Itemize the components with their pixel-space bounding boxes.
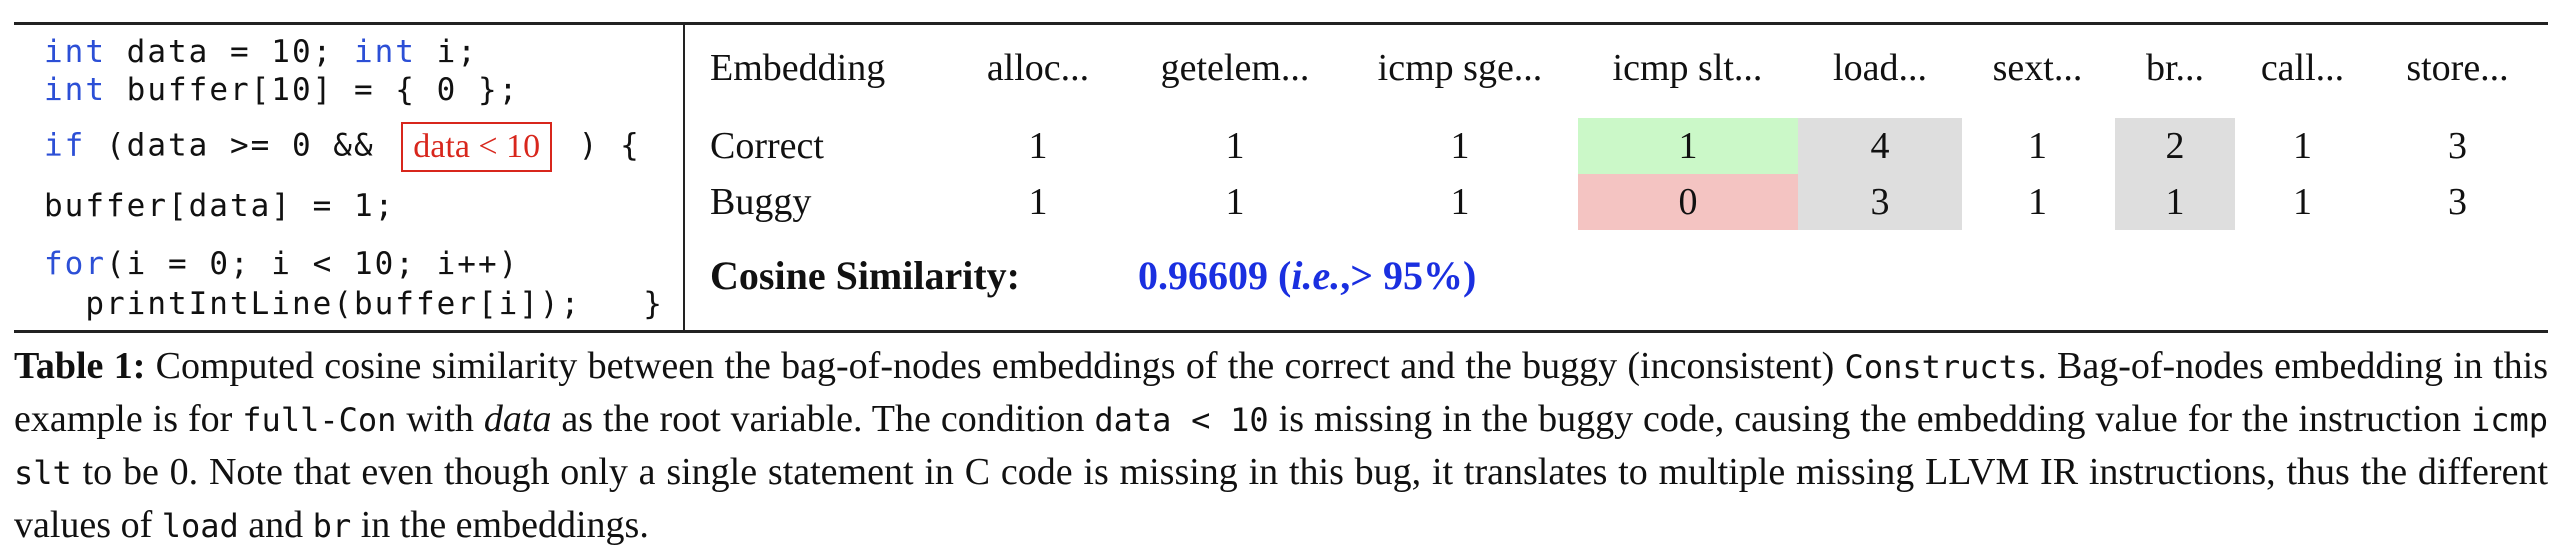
table-cell-highlight: 2 — [2115, 118, 2235, 174]
cosine-note: ,> 95%) — [1340, 253, 1477, 298]
code-line-5: for(i = 0; i < 10; i++) — [44, 246, 519, 282]
table-cell: 1 — [2293, 125, 2312, 167]
table-cell: 1 — [2028, 181, 2047, 223]
caption-text: as the root variable. The condition — [551, 398, 1095, 440]
caption-text: with — [396, 398, 484, 440]
column-header: br... — [2145, 47, 2205, 89]
bottom-rule — [14, 330, 2548, 333]
code-text: i; — [415, 34, 478, 70]
code-line-3: if (data >= 0 && data < 10 ) { — [44, 122, 641, 172]
missing-condition-box: data < 10 — [401, 122, 553, 172]
table-cell: 1 — [1225, 181, 1245, 223]
caption-text: and — [238, 504, 313, 546]
keyword: for — [44, 246, 106, 282]
cosine-similarity-label: Cosine Similarity: — [710, 253, 1020, 298]
cosine-note: ( — [1268, 253, 1292, 298]
caption-code: br — [312, 507, 352, 545]
code-text: data = 10; — [106, 34, 354, 70]
table-cell: 1 — [1028, 125, 1048, 167]
code-line-1: int data = 10; int i; — [44, 34, 478, 70]
caption-lead: Table 1: — [14, 345, 146, 387]
code-line-6: printIntLine(buffer[i]); } — [44, 286, 664, 322]
row-label-correct: Correct — [710, 125, 824, 167]
keyword: int — [44, 72, 106, 108]
caption-text: in the embeddings. — [351, 504, 649, 546]
code-text: (i = 0; i < 10; i++) — [106, 246, 520, 282]
panel-divider — [683, 24, 685, 330]
column-header: sext... — [1992, 47, 2083, 89]
caption-emphasis: data — [483, 398, 552, 440]
code-text: buffer[10] = { 0 }; — [106, 72, 520, 108]
column-header: icmp sge... — [1377, 47, 1543, 89]
keyword: int — [44, 34, 106, 70]
caption-text: Computed cosine similarity between the b… — [145, 345, 1845, 387]
table-cell: 3 — [2448, 125, 2467, 167]
column-header: icmp slt... — [1612, 47, 1763, 89]
table-caption: Table 1: Computed cosine similarity betw… — [14, 340, 2548, 552]
table-cell-highlight-buggy: 0 — [1578, 174, 1798, 230]
cosine-similarity-value: 0.96609 (i.e.,> 95%) — [1138, 248, 1476, 304]
code-line-4: buffer[data] = 1; — [44, 188, 396, 224]
column-header: load... — [1833, 47, 1927, 89]
caption-code: full-Con — [242, 401, 397, 439]
column-header: alloc... — [986, 47, 1090, 89]
caption-code: load — [161, 507, 239, 545]
table-cell: 1 — [1028, 181, 1048, 223]
table-cell-highlight: 4 — [1798, 118, 1962, 174]
caption-code: Constructs — [1844, 348, 2038, 386]
keyword: int — [353, 34, 416, 70]
header-label: Embedding — [710, 47, 886, 89]
keyword: if — [44, 127, 86, 164]
table-cell: 1 — [2293, 181, 2312, 223]
column-header: call... — [2260, 47, 2345, 89]
column-header: getelem... — [1160, 47, 1310, 89]
table-cell: 3 — [2448, 181, 2467, 223]
top-rule — [14, 22, 2548, 25]
caption-code: data < 10 — [1094, 401, 1269, 439]
cosine-number: 0.96609 — [1138, 253, 1268, 298]
code-text: ) { — [558, 127, 641, 164]
table-cell-highlight: 3 — [1798, 174, 1962, 230]
table-cell-highlight: 1 — [2115, 174, 2235, 230]
table-cell-highlight-correct: 1 — [1578, 118, 1798, 174]
table-cell: 1 — [1225, 125, 1245, 167]
row-label-buggy: Buggy — [710, 181, 812, 223]
table-cell: 1 — [1450, 125, 1470, 167]
table-cell: 1 — [2028, 125, 2047, 167]
cosine-note-ie: i.e. — [1291, 253, 1341, 298]
code-line-2: int buffer[10] = { 0 }; — [44, 72, 519, 108]
column-header: store... — [2406, 47, 2509, 89]
code-text: (data >= 0 && — [85, 127, 396, 164]
caption-text: is missing in the buggy code, causing th… — [1268, 398, 2471, 440]
table-cell: 1 — [1450, 181, 1470, 223]
